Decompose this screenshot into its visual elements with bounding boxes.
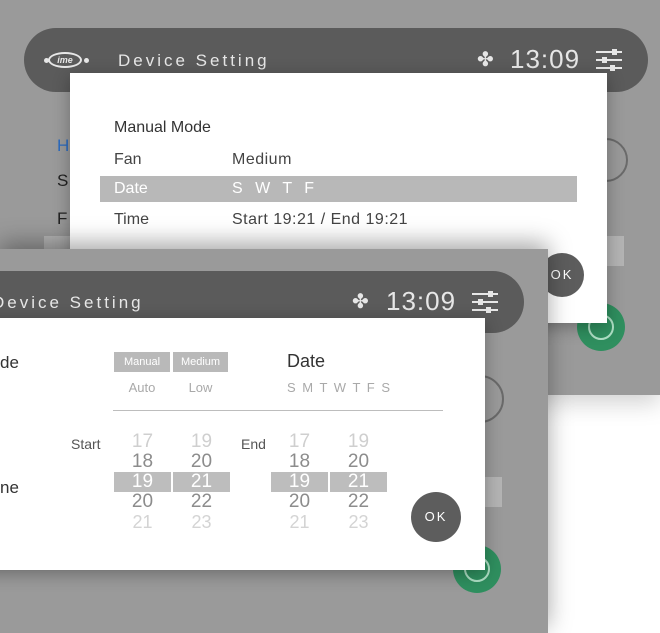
background-partial-text-s: S xyxy=(57,171,69,190)
settings-sliders-icon[interactable] xyxy=(472,291,498,313)
row-date[interactable]: Date S W T F xyxy=(100,176,577,202)
divider xyxy=(113,410,443,411)
wheel-value: 20 xyxy=(131,491,154,512)
settings-sliders-icon[interactable] xyxy=(596,49,622,71)
wheel-selected-value: 19 xyxy=(114,472,171,492)
fan-mode-option-auto[interactable]: Auto xyxy=(114,380,170,395)
wheel-value: 22 xyxy=(190,491,213,512)
wheel-value: 17 xyxy=(131,431,154,452)
row-fan-value: Medium xyxy=(232,151,292,168)
background-partial-text-f: F xyxy=(57,209,68,228)
start-hour-wheel[interactable]: 17 18 19 20 21 xyxy=(114,432,171,532)
row-fan[interactable]: Fan Medium xyxy=(100,147,577,173)
background-partial-heading: H xyxy=(57,136,70,155)
header-clock: 13:09 xyxy=(386,286,457,316)
date-day-selector[interactable]: S M T W T F S xyxy=(287,380,392,395)
front-device-panel: Device Setting ✤ 13:09 de ne Manual Medi… xyxy=(0,249,548,633)
row-time-value: Start 19:21 / End 19:21 xyxy=(232,211,409,228)
date-title: Date xyxy=(287,351,326,371)
wheel-value: 19 xyxy=(347,431,370,452)
header-title: Device Setting xyxy=(118,51,270,70)
wheel-value: 17 xyxy=(288,431,311,452)
logo-icon: ime xyxy=(44,50,90,72)
end-hour-wheel[interactable]: 17 18 19 20 21 xyxy=(271,432,328,532)
fan-icon: ✤ xyxy=(477,49,494,71)
row-time[interactable]: Time Start 19:21 / End 19:21 xyxy=(100,207,577,233)
wheel-value: 21 xyxy=(289,512,310,532)
row-date-label: Date xyxy=(114,180,148,197)
wheel-value: 20 xyxy=(190,451,213,472)
fan-icon: ✤ xyxy=(352,291,369,313)
fan-speed-chip-medium[interactable]: Medium xyxy=(173,352,228,372)
row-time-label: Time xyxy=(114,211,149,228)
row-date-value: S W T F xyxy=(232,180,319,197)
row-fan-label: Fan xyxy=(114,151,142,168)
time-label-partial: ne xyxy=(0,478,19,497)
wheel-value: 23 xyxy=(348,512,369,532)
wheel-selected-value: 19 xyxy=(271,472,328,492)
wheel-value: 18 xyxy=(131,451,154,472)
wheel-value: 20 xyxy=(288,491,311,512)
wheel-value: 21 xyxy=(132,512,153,532)
ok-button[interactable]: OK xyxy=(411,492,461,542)
mode-label-partial: de xyxy=(0,353,19,372)
end-minute-wheel[interactable]: 19 20 21 22 23 xyxy=(330,432,387,532)
wheel-selected-value: 21 xyxy=(330,472,387,492)
wheel-value: 20 xyxy=(347,451,370,472)
header-clock: 13:09 xyxy=(510,44,581,74)
wheel-selected-value: 21 xyxy=(173,472,230,492)
wheel-value: 22 xyxy=(347,491,370,512)
manual-mode-edit-dialog: de ne Manual Medium Auto Low Date S M T … xyxy=(0,318,485,570)
wheel-value: 19 xyxy=(190,431,213,452)
fan-mode-chip-manual[interactable]: Manual xyxy=(114,352,170,372)
dialog-title: Manual Mode xyxy=(114,119,211,136)
end-label: End xyxy=(241,436,266,452)
wheel-value: 23 xyxy=(191,512,212,532)
fan-speed-option-low[interactable]: Low xyxy=(173,380,228,395)
start-minute-wheel[interactable]: 19 20 21 22 23 xyxy=(173,432,230,532)
wheel-value: 18 xyxy=(288,451,311,472)
start-label: Start xyxy=(71,436,101,452)
header-title: Device Setting xyxy=(0,293,144,312)
